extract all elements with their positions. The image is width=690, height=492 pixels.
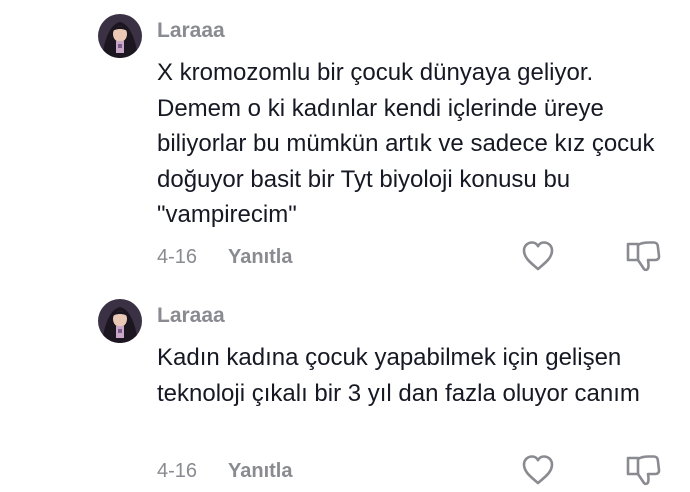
comment-date: 4-16 bbox=[157, 246, 198, 268]
avatar-image bbox=[98, 299, 142, 343]
reply-button[interactable]: Yanıtla bbox=[228, 460, 292, 483]
comment-date: 4-16 bbox=[157, 460, 198, 482]
thumbs-down-icon bbox=[626, 455, 661, 486]
reply-button[interactable]: Yanıtla bbox=[228, 246, 292, 269]
heart-outline-icon bbox=[522, 241, 554, 271]
comment-item: Laraaa X kromozomlu bir çocuk dünyaya ge… bbox=[0, 0, 690, 285]
avatar[interactable] bbox=[98, 299, 142, 343]
heart-outline-icon bbox=[522, 455, 554, 485]
dislike-button[interactable] bbox=[625, 239, 661, 273]
comment-item: Laraaa Kadın kadına çocuk yapabilmek içi… bbox=[0, 285, 690, 491]
avatar-image bbox=[98, 14, 142, 58]
thumbs-down-icon bbox=[626, 241, 661, 272]
comment-username[interactable]: Laraaa bbox=[157, 304, 225, 328]
comment-username[interactable]: Laraaa bbox=[157, 19, 225, 43]
like-button[interactable] bbox=[521, 240, 555, 272]
comment-text: Kadın kadına çocuk yapabilmek için geliş… bbox=[157, 344, 640, 407]
dislike-button[interactable] bbox=[625, 453, 661, 487]
like-button[interactable] bbox=[521, 454, 555, 486]
comment-text: X kromozomlu bir çocuk dünyaya geliyor. … bbox=[157, 59, 655, 228]
avatar[interactable] bbox=[98, 14, 142, 58]
